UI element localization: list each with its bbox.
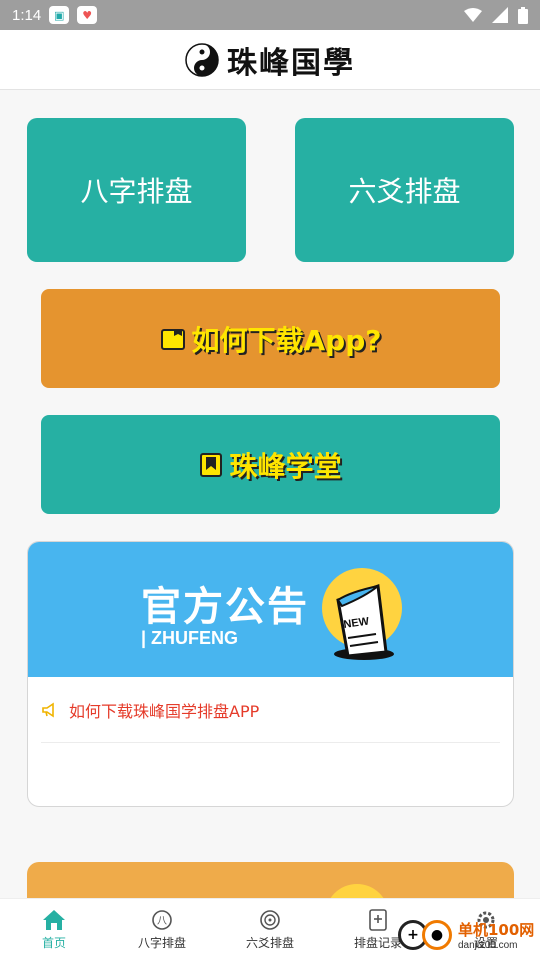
notice-banner: 官方公告 | ZHUFENG NEW: [28, 542, 513, 677]
bazi-tile-label: 八字排盘: [80, 175, 193, 208]
download-app-button[interactable]: 如何下载App?: [41, 289, 500, 388]
svg-text:八: 八: [157, 916, 167, 927]
signal-icon: [492, 7, 508, 23]
folder-icon: [160, 328, 185, 350]
record-icon: [369, 908, 387, 931]
tab-records-label: 排盘记录: [353, 935, 402, 950]
yinyang-icon: [185, 42, 219, 77]
watermark-line2: danji100.com: [458, 940, 518, 951]
download-app-label: 如何下载App?: [191, 323, 382, 357]
notice-banner-subtitle: | ZHUFENG: [141, 628, 239, 648]
watermark-logo: + ● 单机100网 danji100.com: [398, 912, 538, 958]
watermark-line1: 单机100网: [458, 921, 535, 939]
notification-heart-icon: ♥: [77, 6, 98, 24]
notification-app-icon: ▣: [49, 6, 70, 24]
bazi-icon: 八: [152, 909, 172, 930]
home-icon: [43, 909, 65, 930]
status-bar: 1:14 ▣ ♥: [0, 0, 540, 30]
bazi-tile-button[interactable]: 八字排盘: [27, 118, 246, 262]
notice-card: 官方公告 | ZHUFENG NEW 如何下载珠峰国学排盘APP: [27, 541, 514, 807]
bookmark-icon: [200, 452, 223, 477]
battery-icon: [518, 6, 528, 24]
tab-home[interactable]: 首页: [0, 899, 108, 960]
app-logo: 珠峰国學: [185, 38, 355, 82]
liuyao-tile-label: 六爻排盘: [348, 175, 461, 208]
notice-list-item[interactable]: 如何下载珠峰国学排盘APP: [41, 677, 500, 743]
page-title: 珠峰国學: [227, 45, 355, 81]
academy-button[interactable]: 珠峰学堂: [41, 415, 500, 514]
watermark-circles: + ●: [398, 920, 452, 950]
tab-bazi[interactable]: 八 八字排盘: [108, 899, 216, 960]
tab-bazi-label: 八字排盘: [137, 935, 186, 950]
watermark-ring-icon: ●: [422, 920, 452, 950]
academy-label: 珠峰学堂: [229, 449, 342, 483]
status-time: 1:14: [12, 6, 42, 24]
wifi-icon: [464, 8, 482, 22]
megaphone-icon: [42, 702, 54, 717]
notice-banner-title: 官方公告: [141, 584, 309, 630]
tab-liuyao-label: 六爻排盘: [245, 935, 294, 950]
newspaper-icon: NEW: [322, 568, 402, 660]
tab-liuyao[interactable]: 六爻排盘: [216, 899, 324, 960]
notice-item-text: 如何下载珠峰国学排盘APP: [69, 701, 260, 721]
app-header: 珠峰国學: [0, 30, 540, 90]
liuyao-icon: [260, 909, 280, 930]
tab-home-label: 首页: [41, 935, 66, 950]
liuyao-tile-button[interactable]: 六爻排盘: [295, 118, 514, 262]
